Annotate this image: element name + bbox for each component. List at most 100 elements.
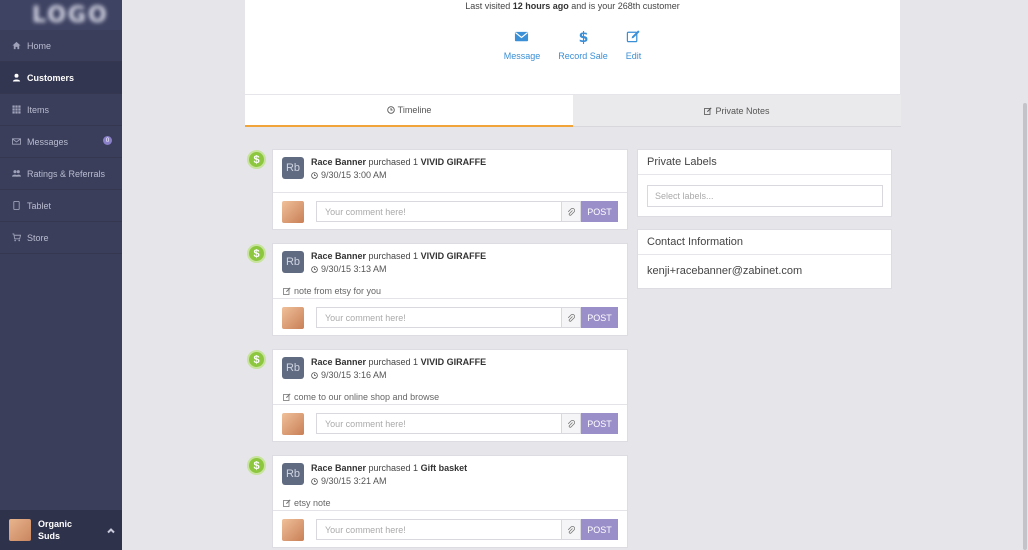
- sidebar-item-label: Store: [27, 232, 49, 243]
- record-sale-button[interactable]: $ Record Sale: [558, 26, 608, 61]
- sidebar-item-label: Ratings & Referrals: [27, 168, 106, 179]
- event-action: purchased 1: [366, 463, 421, 473]
- comment-input[interactable]: Your comment here!: [316, 413, 561, 434]
- timeline-event: Rb Race Banner purchased 1 Gift basket 9…: [272, 455, 628, 548]
- item-name[interactable]: VIVID GIRAFFE: [421, 157, 487, 167]
- paperclip-icon[interactable]: [561, 201, 581, 222]
- customer-profile-card: Last visited 12 hours ago and is your 26…: [245, 0, 900, 94]
- event-note: come to our online shop and browse: [283, 392, 439, 402]
- sidebar-item-items[interactable]: Items: [0, 94, 122, 126]
- customer-name[interactable]: Race Banner: [311, 157, 366, 167]
- last-visited-text: Last visited 12 hours ago and is your 26…: [245, 1, 900, 11]
- sidebar-item-ratings-referrals[interactable]: Ratings & Referrals: [0, 158, 122, 190]
- clock-icon: [311, 371, 318, 379]
- chevron-up-icon[interactable]: [106, 525, 116, 535]
- tab-timeline[interactable]: Timeline: [245, 95, 573, 127]
- dollar-icon: $: [576, 26, 591, 46]
- contact-email[interactable]: kenji+racebanner@zabinet.com: [647, 265, 802, 277]
- message-button[interactable]: Message: [503, 26, 541, 61]
- event-title: Race Banner purchased 1 VIVID GIRAFFE: [311, 157, 486, 167]
- note-text: etsy note: [294, 498, 331, 508]
- envelope-icon: [11, 137, 21, 147]
- customer-name[interactable]: Race Banner: [311, 357, 366, 367]
- post-button[interactable]: POST: [581, 307, 618, 328]
- private-labels-panel: Private Labels Select labels...: [637, 149, 892, 217]
- scrollbar-thumb[interactable]: [1023, 103, 1027, 550]
- customer-avatar: Rb: [282, 157, 304, 179]
- item-name[interactable]: VIVID GIRAFFE: [421, 251, 487, 261]
- event-time: 9/30/15 3:16 AM: [311, 370, 387, 380]
- customer-avatar: Rb: [282, 357, 304, 379]
- edit-icon: [283, 393, 291, 401]
- event-timestamp: 9/30/15 3:13 AM: [321, 264, 387, 274]
- commenter-avatar: [282, 519, 304, 541]
- store-name: Organic Suds: [38, 519, 73, 541]
- page-scrollbar[interactable]: [1022, 0, 1028, 550]
- sidebar-item-messages[interactable]: Messages 0: [0, 126, 122, 158]
- paperclip-icon[interactable]: [561, 413, 581, 434]
- paperclip-icon[interactable]: [561, 519, 581, 540]
- sidebar-item-tablet[interactable]: Tablet: [0, 190, 122, 222]
- sidebar-item-home[interactable]: Home: [0, 30, 122, 62]
- commenter-avatar: [282, 413, 304, 435]
- event-time: 9/30/15 3:00 AM: [311, 170, 387, 180]
- comment-input[interactable]: Your comment here!: [316, 201, 561, 222]
- note-text: come to our online shop and browse: [294, 392, 440, 402]
- profile-tabs: Timeline Private Notes: [245, 95, 901, 127]
- sale-event-badge: $: [247, 456, 266, 475]
- clock-icon: [311, 171, 318, 179]
- sidebar: LOGO Home Customers Items Messages 0 Rat…: [0, 0, 122, 550]
- sidebar-item-store[interactable]: Store: [0, 222, 122, 254]
- note-text: note from etsy for you: [294, 286, 382, 296]
- customer-avatar: Rb: [282, 463, 304, 485]
- logo-area[interactable]: LOGO: [0, 0, 122, 30]
- sidebar-item-label: Tablet: [27, 200, 52, 211]
- event-timestamp: 9/30/15 3:00 AM: [321, 170, 387, 180]
- customer-name[interactable]: Race Banner: [311, 463, 366, 473]
- comment-row: Your comment here! POST: [273, 192, 627, 229]
- profile-actions: Message $ Record Sale Edit: [245, 26, 900, 61]
- edit-label: Edit: [625, 51, 642, 61]
- edit-button[interactable]: Edit: [625, 26, 642, 61]
- commenter-avatar: [282, 201, 304, 223]
- sidebar-item-customers[interactable]: Customers: [0, 62, 122, 94]
- sidebar-item-label: Messages: [27, 136, 69, 147]
- user-icon: [11, 73, 21, 83]
- home-icon: [11, 41, 21, 51]
- timeline-event: Rb Race Banner purchased 1 VIVID GIRAFFE…: [272, 243, 628, 336]
- grid-icon: [11, 105, 21, 115]
- sidebar-item-label: Items: [27, 104, 50, 115]
- edit-icon: [704, 107, 713, 115]
- event-action: purchased 1: [366, 251, 421, 261]
- paperclip-icon[interactable]: [561, 307, 581, 328]
- event-action: purchased 1: [366, 357, 421, 367]
- tab-label: Private Notes: [715, 105, 770, 116]
- customer-avatar: Rb: [282, 251, 304, 273]
- event-timestamp: 9/30/15 3:16 AM: [321, 370, 387, 380]
- item-name[interactable]: Gift basket: [421, 463, 468, 473]
- customer-name[interactable]: Race Banner: [311, 251, 366, 261]
- last-visited-suffix: and is your 268th customer: [568, 1, 680, 11]
- labels-select-input[interactable]: Select labels...: [647, 185, 883, 207]
- event-note: note from etsy for you: [283, 286, 381, 296]
- post-button[interactable]: POST: [581, 201, 618, 222]
- item-name[interactable]: VIVID GIRAFFE: [421, 357, 487, 367]
- clock-icon: [311, 265, 318, 273]
- store-avatar: [9, 519, 31, 541]
- record-sale-label: Record Sale: [558, 51, 608, 61]
- message-label: Message: [503, 51, 541, 61]
- post-button[interactable]: POST: [581, 519, 618, 540]
- sale-event-badge: $: [247, 150, 266, 169]
- edit-icon: [283, 287, 291, 295]
- sidebar-item-label: Customers: [27, 72, 75, 83]
- comment-input[interactable]: Your comment here!: [316, 519, 561, 540]
- sale-event-badge: $: [247, 244, 266, 263]
- post-button[interactable]: POST: [581, 413, 618, 434]
- comment-input[interactable]: Your comment here!: [316, 307, 561, 328]
- svg-text:$: $: [578, 30, 588, 44]
- logo: LOGO: [32, 2, 109, 28]
- contact-information-panel: Contact Information kenji+racebanner@zab…: [637, 229, 892, 289]
- event-action: purchased 1: [366, 157, 421, 167]
- store-switcher[interactable]: Organic Suds: [0, 510, 122, 550]
- tab-private-notes[interactable]: Private Notes: [573, 95, 901, 127]
